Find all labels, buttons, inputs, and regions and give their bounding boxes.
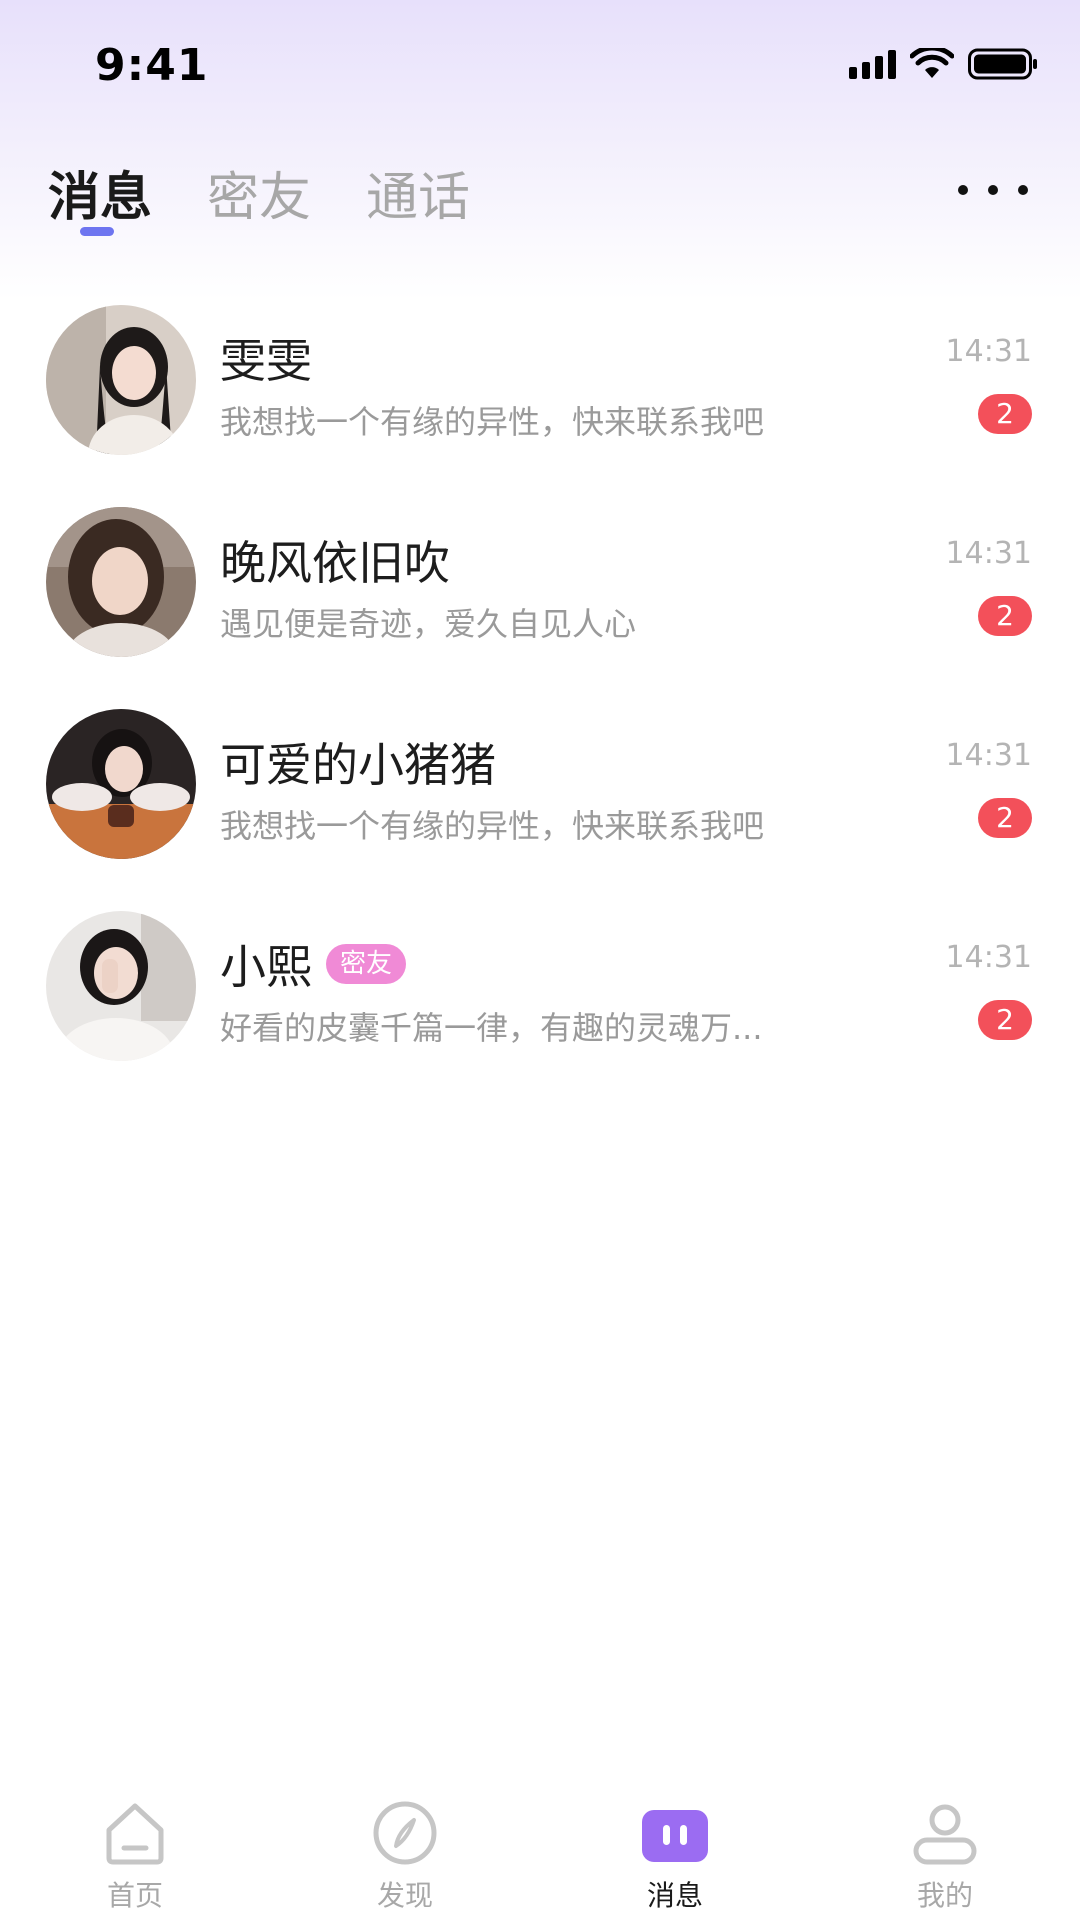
signal-icon <box>849 49 896 79</box>
avatar <box>46 709 196 859</box>
contact-name: 可爱的小猪猪 <box>220 738 496 792</box>
message-time: 14:31 <box>945 536 1032 571</box>
conversation-item[interactable]: 小熙 密友 好看的皮囊千篇一律，有趣的灵魂万... 14:31 2 <box>0 906 1080 1108</box>
status-icons <box>849 48 1038 80</box>
bottom-nav: 首页 发现 消息 我的 <box>0 1770 1080 1920</box>
message-icon <box>640 1798 710 1868</box>
profile-icon <box>910 1798 980 1868</box>
more-horizontal-icon[interactable] <box>958 180 1028 200</box>
name-line: 小熙 密友 <box>220 931 407 997</box>
name-line: 可爱的小猪猪 <box>220 729 496 795</box>
tab-close-friends-label: 密友 <box>207 168 312 228</box>
nav-discover[interactable]: 发现 <box>270 1770 540 1920</box>
contact-name: 晚风依旧吹 <box>220 536 450 590</box>
avatar <box>46 507 196 657</box>
message-time: 14:31 <box>945 334 1032 369</box>
status-bar: 9:41 <box>0 0 1080 130</box>
contact-name: 雯雯 <box>220 334 312 388</box>
conversation-list: 雯雯 我想找一个有缘的异性，快来联系我吧 14:31 2 晚风依旧吹 遇见便是奇… <box>0 300 1080 1108</box>
nav-messages-label: 消息 <box>646 1879 703 1912</box>
conversation-item[interactable]: 晚风依旧吹 遇见便是奇迹，爱久自见人心 14:31 2 <box>0 502 1080 704</box>
tab-messages-label: 消息 <box>48 168 153 228</box>
unread-badge: 2 <box>978 798 1032 838</box>
message-preview: 遇见便是奇迹，爱久自见人心 <box>220 605 637 643</box>
avatar <box>46 305 196 455</box>
nav-discover-label: 发现 <box>376 1879 433 1912</box>
conversation-item[interactable]: 可爱的小猪猪 我想找一个有缘的异性，快来联系我吧 14:31 2 <box>0 704 1080 906</box>
close-friend-tag: 密友 <box>326 944 407 984</box>
compass-icon <box>370 1798 440 1868</box>
nav-messages[interactable]: 消息 <box>540 1770 810 1920</box>
nav-home[interactable]: 首页 <box>0 1770 270 1920</box>
wifi-icon <box>910 48 954 78</box>
nav-profile-label: 我的 <box>916 1879 973 1912</box>
battery-icon <box>968 48 1037 80</box>
tab-calls[interactable]: 通话 <box>366 155 470 230</box>
tab-messages[interactable]: 消息 <box>48 155 153 236</box>
active-tab-indicator <box>80 227 114 236</box>
name-line: 晚风依旧吹 <box>220 527 450 593</box>
message-time: 14:31 <box>945 940 1032 975</box>
unread-badge: 2 <box>978 394 1032 434</box>
contact-name: 小熙 <box>220 940 312 994</box>
message-preview: 好看的皮囊千篇一律，有趣的灵魂万... <box>220 1009 763 1047</box>
avatar <box>46 911 196 1061</box>
nav-profile[interactable]: 我的 <box>810 1770 1080 1920</box>
message-time: 14:31 <box>945 738 1032 773</box>
home-icon <box>100 1798 170 1868</box>
unread-badge: 2 <box>978 1000 1032 1040</box>
message-preview: 我想找一个有缘的异性，快来联系我吧 <box>220 807 765 845</box>
status-time: 9:41 <box>95 40 209 91</box>
name-line: 雯雯 <box>220 325 312 391</box>
unread-badge: 2 <box>978 596 1032 636</box>
conversation-item[interactable]: 雯雯 我想找一个有缘的异性，快来联系我吧 14:31 2 <box>0 300 1080 502</box>
tab-close-friends[interactable]: 密友 <box>207 155 311 230</box>
tab-calls-label: 通话 <box>366 168 471 228</box>
top-tabs: 消息 密友 通话 <box>48 155 470 236</box>
nav-home-label: 首页 <box>106 1879 163 1912</box>
message-preview: 我想找一个有缘的异性，快来联系我吧 <box>220 403 765 441</box>
